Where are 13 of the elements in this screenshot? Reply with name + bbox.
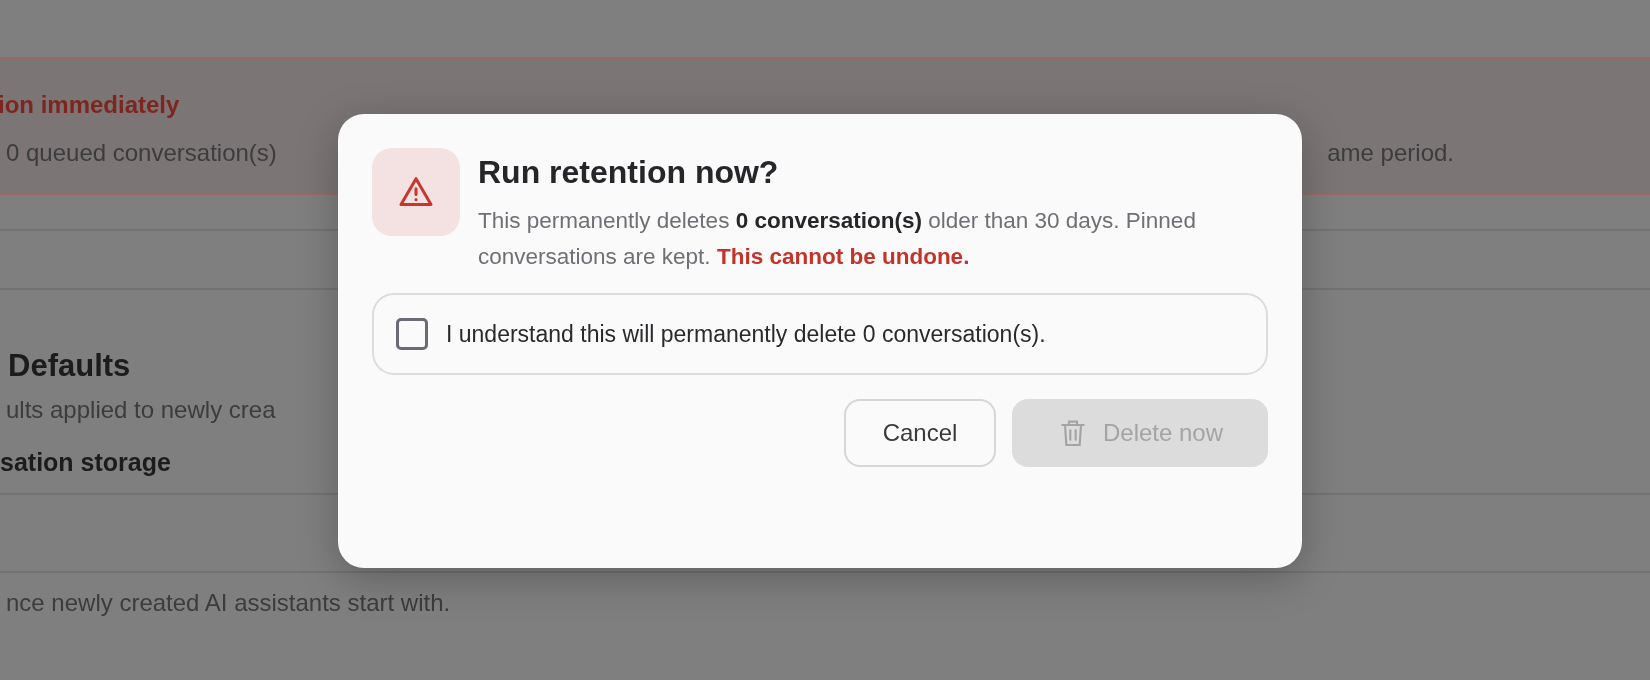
banner-text: ame period. [1326, 139, 1454, 167]
confirm-checkbox-row[interactable]: I understand this will permanently delete 0 conversation(s). [372, 293, 1268, 375]
section-subtitle: ults applied to newly crea [5, 396, 277, 424]
dialog-title: Run retention now? [478, 154, 780, 191]
banner-title: ion immediately [0, 91, 181, 119]
cancel-button[interactable]: Cancel [844, 399, 996, 467]
field-hint: nce newly created AI assistants start with. [5, 589, 452, 617]
dialog-message: This permanently deletes 0 conversation(s) older than 30 days. Pinned conversations are kept. This cannot be undone. [478, 207, 1197, 271]
warning-icon [372, 148, 460, 236]
banner-text: 0 queued conversation(s) [5, 139, 277, 167]
field-label: sation storage [0, 448, 172, 477]
checkbox[interactable] [396, 318, 428, 350]
section-heading: Defaults [7, 348, 132, 384]
